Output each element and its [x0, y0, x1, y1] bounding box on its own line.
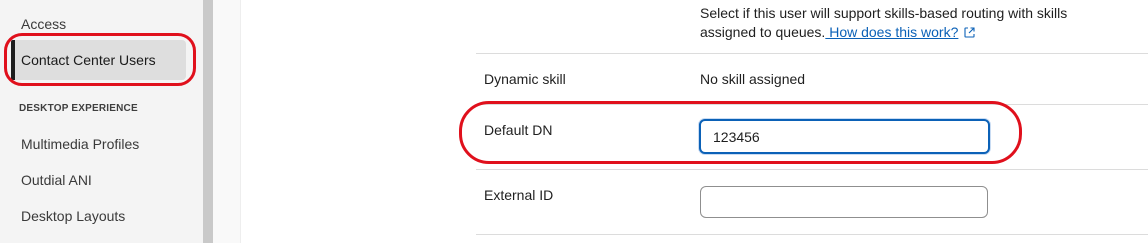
sidebar-scrollbar-thumb[interactable] [203, 0, 213, 243]
row-divider [476, 53, 1148, 54]
highlight-annotation-default-dn [459, 101, 1022, 164]
row-divider [476, 234, 1148, 235]
sidebar-item-outdial-ani[interactable]: Outdial ANI [21, 172, 92, 188]
dynamic-skill-value: No skill assigned [700, 71, 806, 87]
sidebar-item-desktop-layouts[interactable]: Desktop Layouts [21, 208, 125, 224]
skills-routing-description: Select if this user will support skills-… [700, 4, 1120, 43]
highlight-annotation-sidebar [4, 33, 196, 86]
dynamic-skill-label: Dynamic skill [484, 71, 566, 87]
section-header-desktop-experience: DESKTOP EXPERIENCE [19, 103, 138, 114]
external-id-label: External ID [484, 187, 554, 203]
content-gutter [213, 0, 241, 243]
sidebar-item-multimedia-profiles[interactable]: Multimedia Profiles [21, 136, 139, 152]
row-divider [476, 169, 1148, 170]
external-link-icon[interactable] [964, 24, 975, 43]
how-does-this-work-link[interactable]: How does this work? [825, 24, 958, 40]
external-id-input[interactable] [700, 186, 988, 218]
sidebar-item-access[interactable]: Access [21, 16, 66, 32]
